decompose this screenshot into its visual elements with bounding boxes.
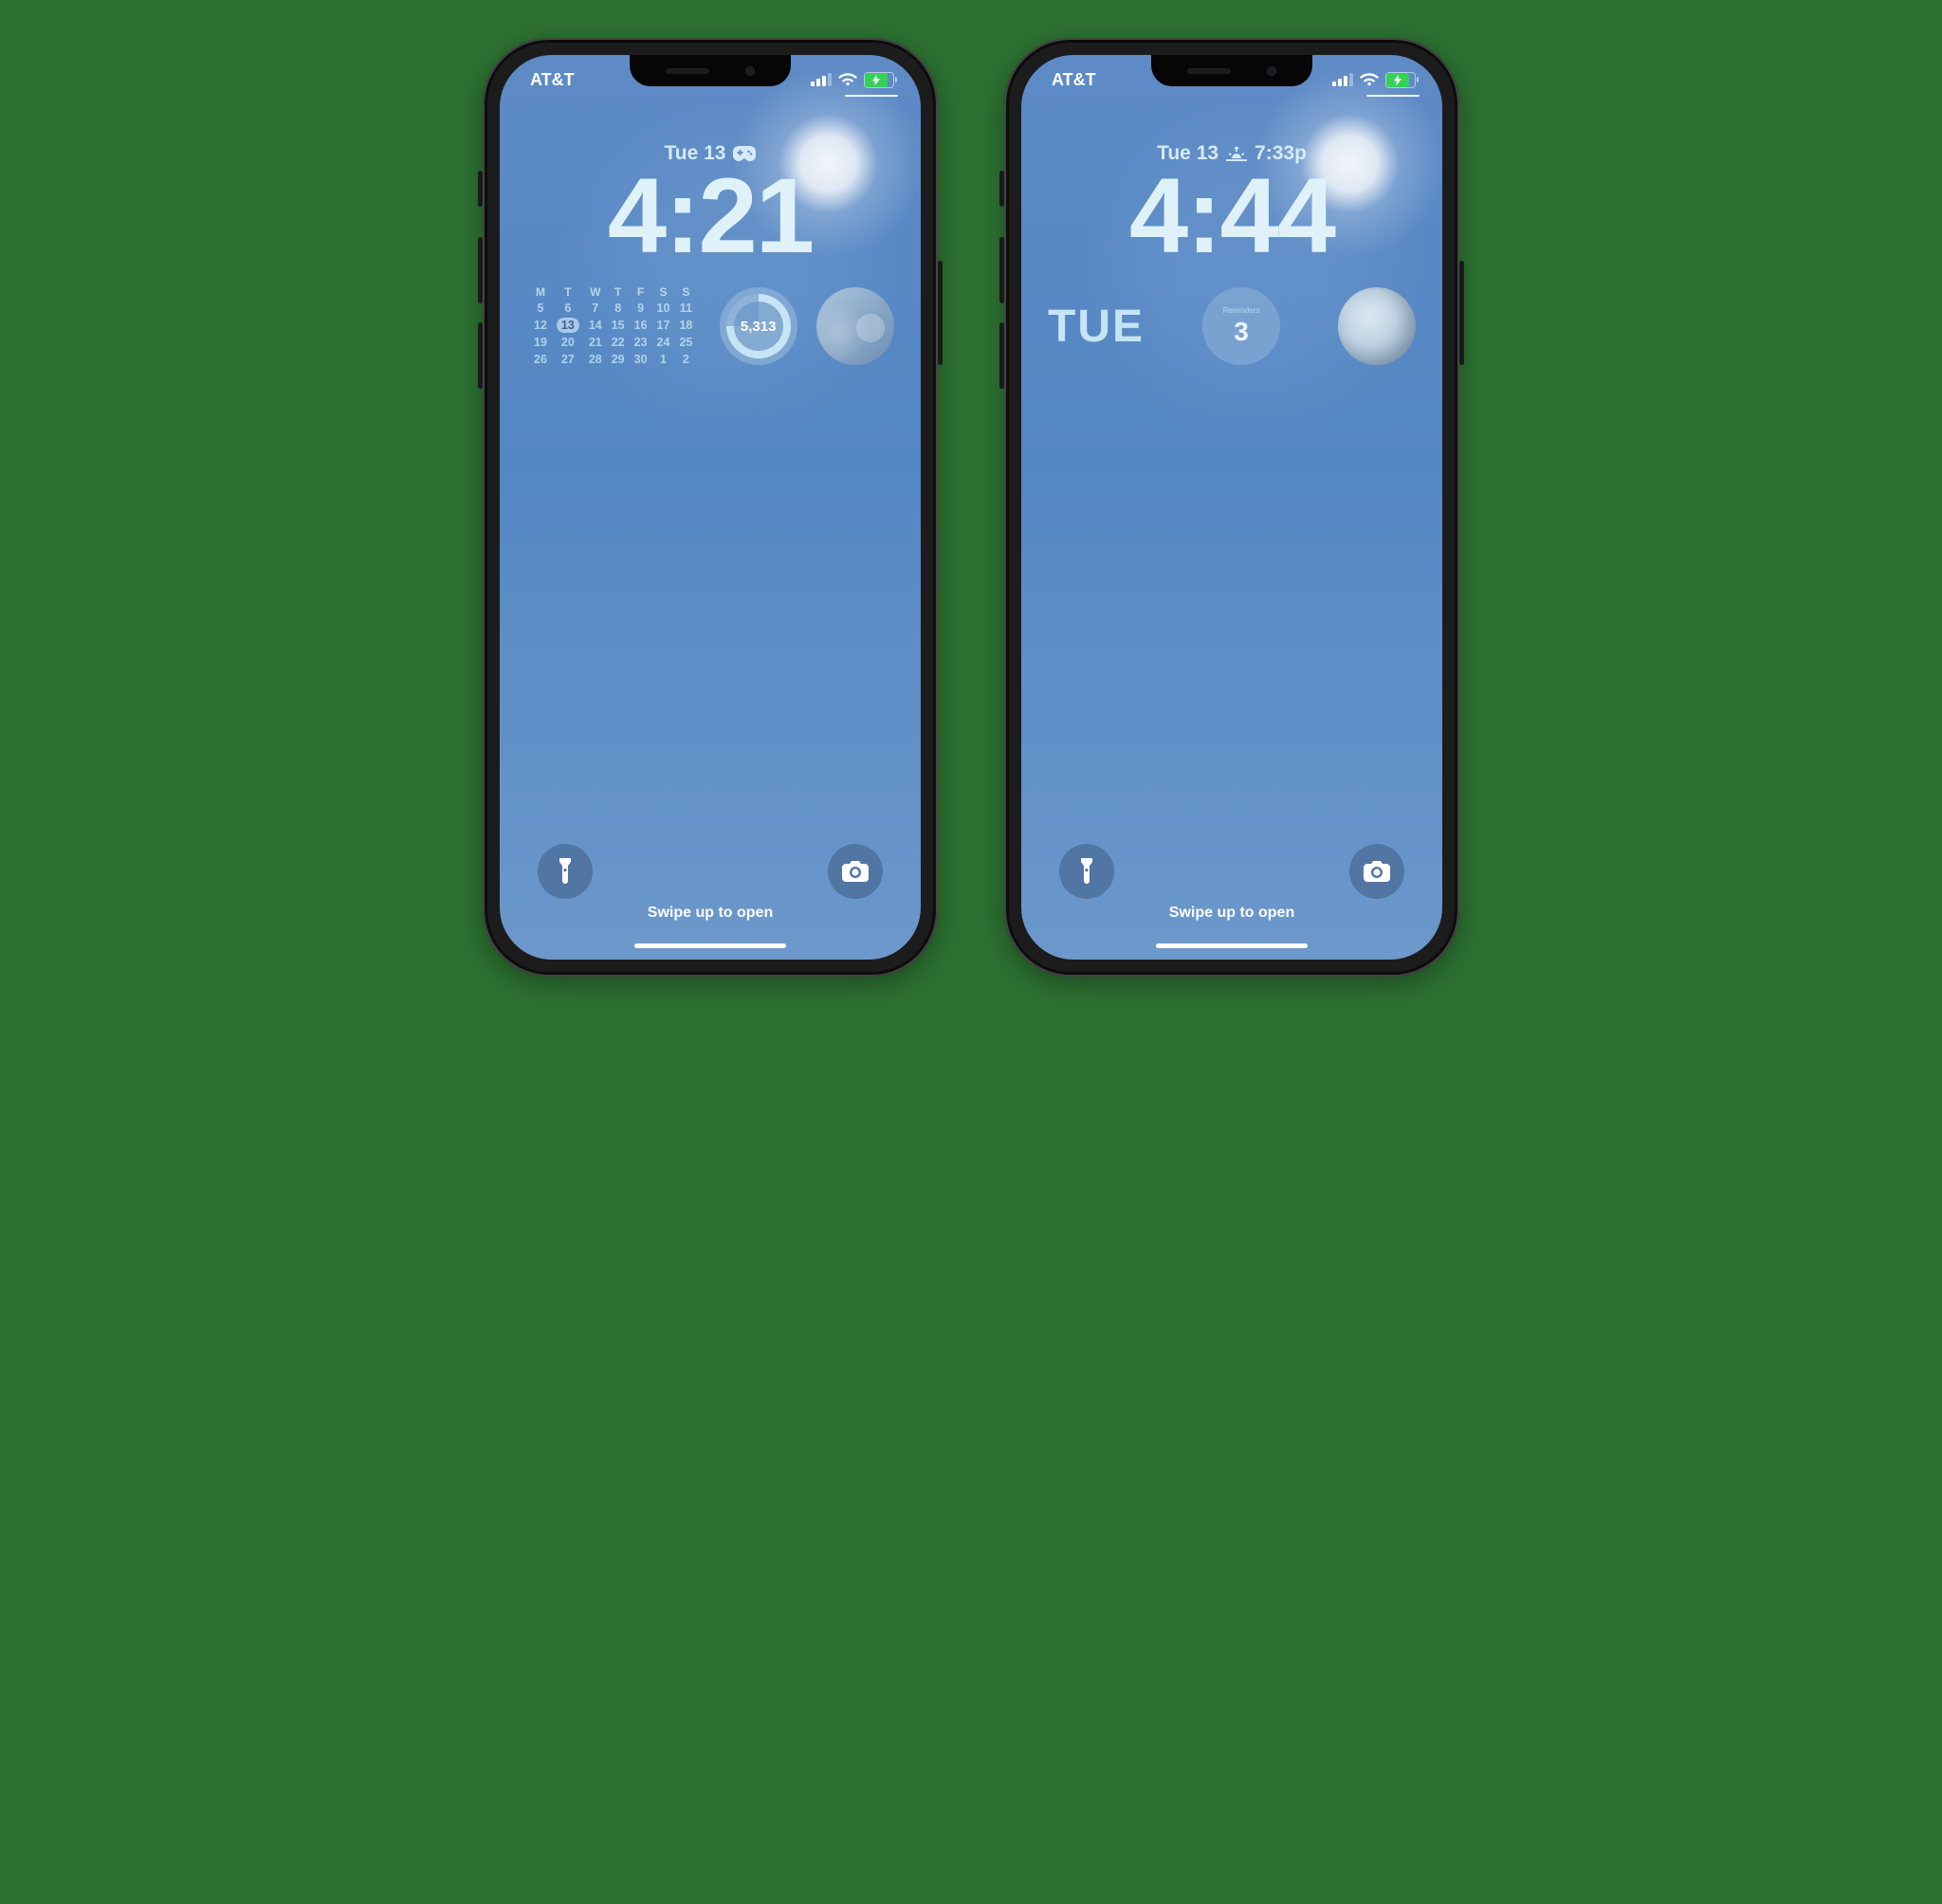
battery-icon [1385,72,1416,88]
reminder-widget[interactable]: Reminders 3 [1202,287,1280,365]
flashlight-button[interactable] [1059,844,1114,899]
volume-down-button[interactable] [478,322,483,389]
clock-time: 4:44 [1021,163,1442,269]
carrier-label: AT&T [1052,70,1096,90]
volume-down-button[interactable] [999,322,1004,389]
volume-up-button[interactable] [478,237,483,303]
notch [630,55,791,86]
cellular-signal-icon [811,73,832,86]
power-button[interactable] [1459,261,1464,365]
wifi-icon [838,73,857,87]
volume-up-button[interactable] [999,237,1004,303]
battery-icon [864,72,894,88]
reminder-caption: Reminders [1223,306,1260,315]
activity-value: 5,313 [741,319,777,335]
calendar-widget[interactable]: MTWTFSS567891011121314151617181920212223… [526,284,700,369]
mute-switch[interactable] [478,171,483,207]
home-indicator[interactable] [634,943,786,948]
day-name-widget[interactable]: TUE [1048,301,1145,353]
power-button[interactable] [938,261,943,365]
notch [1151,55,1312,86]
camera-button[interactable] [828,844,883,899]
mute-switch[interactable] [999,171,1004,207]
home-indicator[interactable] [1156,943,1308,948]
lock-screen[interactable]: AT&T Tue 13 4:21 MTWTFSS5678910111213141… [500,55,921,960]
carrier-label: AT&T [530,70,575,90]
swipe-hint: Swipe up to open [1021,905,1442,922]
activity-ring-widget[interactable]: 5,313 [720,287,797,365]
cellular-signal-icon [1332,73,1353,86]
clock-time: 4:21 [500,163,921,269]
wifi-icon [1360,73,1379,87]
flashlight-button[interactable] [538,844,593,899]
iphone-right: AT&T Tue 13 7:33p 4:44 TUE Reminders 3 [1004,38,1459,977]
camera-button[interactable] [1349,844,1404,899]
widget-row: TUE Reminders 3 [1048,283,1416,370]
reminder-count: 3 [1234,317,1249,347]
photo-widget[interactable] [816,287,894,365]
moon-phase-widget[interactable] [1338,287,1416,365]
lock-screen[interactable]: AT&T Tue 13 7:33p 4:44 TUE Reminders 3 [1021,55,1442,960]
widget-row: MTWTFSS567891011121314151617181920212223… [526,283,894,370]
swipe-hint: Swipe up to open [500,905,921,922]
iphone-left: AT&T Tue 13 4:21 MTWTFSS5678910111213141… [483,38,938,977]
